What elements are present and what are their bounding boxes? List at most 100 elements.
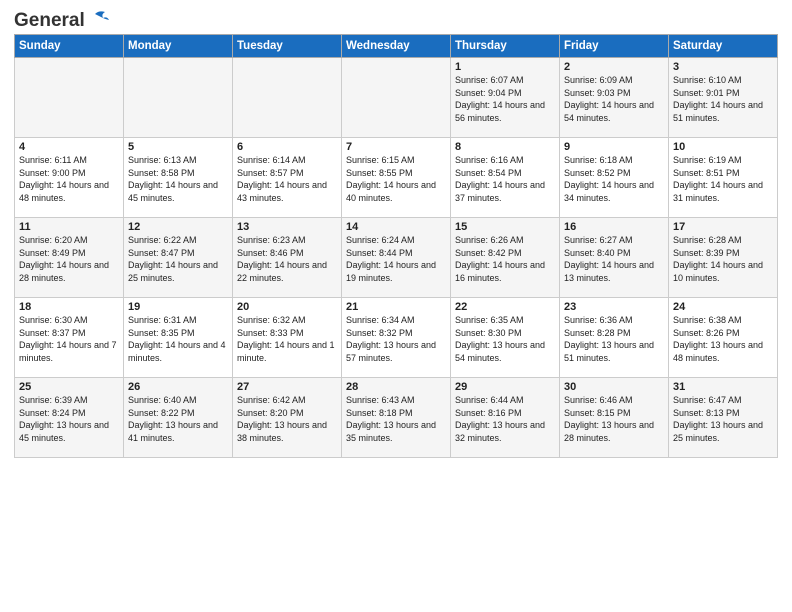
day-info: Sunrise: 6:36 AM Sunset: 8:28 PM Dayligh… — [564, 314, 664, 364]
day-info: Sunrise: 6:24 AM Sunset: 8:44 PM Dayligh… — [346, 234, 446, 284]
day-info: Sunrise: 6:14 AM Sunset: 8:57 PM Dayligh… — [237, 154, 337, 204]
day-info: Sunrise: 6:40 AM Sunset: 8:22 PM Dayligh… — [128, 394, 228, 444]
day-info: Sunrise: 6:42 AM Sunset: 8:20 PM Dayligh… — [237, 394, 337, 444]
col-header-monday: Monday — [124, 35, 233, 58]
calendar-cell: 18Sunrise: 6:30 AM Sunset: 8:37 PM Dayli… — [15, 298, 124, 378]
day-number: 3 — [673, 61, 773, 73]
logo-area: General — [14, 10, 109, 28]
day-number: 28 — [346, 381, 446, 393]
calendar-cell: 30Sunrise: 6:46 AM Sunset: 8:15 PM Dayli… — [560, 378, 669, 458]
calendar-cell: 7Sunrise: 6:15 AM Sunset: 8:55 PM Daylig… — [342, 138, 451, 218]
day-info: Sunrise: 6:27 AM Sunset: 8:40 PM Dayligh… — [564, 234, 664, 284]
calendar-cell: 28Sunrise: 6:43 AM Sunset: 8:18 PM Dayli… — [342, 378, 451, 458]
calendar-cell: 9Sunrise: 6:18 AM Sunset: 8:52 PM Daylig… — [560, 138, 669, 218]
day-info: Sunrise: 6:38 AM Sunset: 8:26 PM Dayligh… — [673, 314, 773, 364]
day-info: Sunrise: 6:28 AM Sunset: 8:39 PM Dayligh… — [673, 234, 773, 284]
day-info: Sunrise: 6:23 AM Sunset: 8:46 PM Dayligh… — [237, 234, 337, 284]
calendar-cell: 22Sunrise: 6:35 AM Sunset: 8:30 PM Dayli… — [451, 298, 560, 378]
calendar-cell: 24Sunrise: 6:38 AM Sunset: 8:26 PM Dayli… — [669, 298, 778, 378]
calendar-cell: 12Sunrise: 6:22 AM Sunset: 8:47 PM Dayli… — [124, 218, 233, 298]
col-header-saturday: Saturday — [669, 35, 778, 58]
calendar-cell: 16Sunrise: 6:27 AM Sunset: 8:40 PM Dayli… — [560, 218, 669, 298]
calendar-cell — [124, 58, 233, 138]
day-info: Sunrise: 6:15 AM Sunset: 8:55 PM Dayligh… — [346, 154, 446, 204]
day-number: 4 — [19, 141, 119, 153]
col-header-friday: Friday — [560, 35, 669, 58]
calendar-cell: 6Sunrise: 6:14 AM Sunset: 8:57 PM Daylig… — [233, 138, 342, 218]
calendar-cell: 29Sunrise: 6:44 AM Sunset: 8:16 PM Dayli… — [451, 378, 560, 458]
day-number: 19 — [128, 301, 228, 313]
logo-general: General — [14, 10, 85, 32]
day-info: Sunrise: 6:39 AM Sunset: 8:24 PM Dayligh… — [19, 394, 119, 444]
day-info: Sunrise: 6:19 AM Sunset: 8:51 PM Dayligh… — [673, 154, 773, 204]
day-info: Sunrise: 6:10 AM Sunset: 9:01 PM Dayligh… — [673, 74, 773, 124]
calendar-table: SundayMondayTuesdayWednesdayThursdayFrid… — [14, 34, 778, 458]
day-number: 17 — [673, 221, 773, 233]
day-info: Sunrise: 6:09 AM Sunset: 9:03 PM Dayligh… — [564, 74, 664, 124]
calendar-cell: 2Sunrise: 6:09 AM Sunset: 9:03 PM Daylig… — [560, 58, 669, 138]
header: General — [14, 10, 778, 28]
calendar-cell: 21Sunrise: 6:34 AM Sunset: 8:32 PM Dayli… — [342, 298, 451, 378]
calendar-cell: 4Sunrise: 6:11 AM Sunset: 9:00 PM Daylig… — [15, 138, 124, 218]
calendar-cell — [15, 58, 124, 138]
day-number: 21 — [346, 301, 446, 313]
day-number: 14 — [346, 221, 446, 233]
day-info: Sunrise: 6:16 AM Sunset: 8:54 PM Dayligh… — [455, 154, 555, 204]
day-number: 16 — [564, 221, 664, 233]
day-number: 2 — [564, 61, 664, 73]
calendar-cell: 27Sunrise: 6:42 AM Sunset: 8:20 PM Dayli… — [233, 378, 342, 458]
day-number: 23 — [564, 301, 664, 313]
calendar-cell: 25Sunrise: 6:39 AM Sunset: 8:24 PM Dayli… — [15, 378, 124, 458]
day-number: 30 — [564, 381, 664, 393]
calendar-cell: 3Sunrise: 6:10 AM Sunset: 9:01 PM Daylig… — [669, 58, 778, 138]
logo-bird-icon — [87, 10, 109, 28]
calendar-cell: 15Sunrise: 6:26 AM Sunset: 8:42 PM Dayli… — [451, 218, 560, 298]
col-header-wednesday: Wednesday — [342, 35, 451, 58]
col-header-thursday: Thursday — [451, 35, 560, 58]
day-info: Sunrise: 6:31 AM Sunset: 8:35 PM Dayligh… — [128, 314, 228, 364]
day-info: Sunrise: 6:07 AM Sunset: 9:04 PM Dayligh… — [455, 74, 555, 124]
calendar-cell: 23Sunrise: 6:36 AM Sunset: 8:28 PM Dayli… — [560, 298, 669, 378]
day-number: 22 — [455, 301, 555, 313]
calendar-cell — [342, 58, 451, 138]
day-info: Sunrise: 6:11 AM Sunset: 9:00 PM Dayligh… — [19, 154, 119, 204]
day-number: 10 — [673, 141, 773, 153]
calendar-cell: 26Sunrise: 6:40 AM Sunset: 8:22 PM Dayli… — [124, 378, 233, 458]
day-info: Sunrise: 6:35 AM Sunset: 8:30 PM Dayligh… — [455, 314, 555, 364]
calendar-cell: 8Sunrise: 6:16 AM Sunset: 8:54 PM Daylig… — [451, 138, 560, 218]
calendar-cell — [233, 58, 342, 138]
day-info: Sunrise: 6:43 AM Sunset: 8:18 PM Dayligh… — [346, 394, 446, 444]
calendar-cell: 5Sunrise: 6:13 AM Sunset: 8:58 PM Daylig… — [124, 138, 233, 218]
day-info: Sunrise: 6:22 AM Sunset: 8:47 PM Dayligh… — [128, 234, 228, 284]
day-number: 25 — [19, 381, 119, 393]
day-number: 9 — [564, 141, 664, 153]
calendar-cell: 14Sunrise: 6:24 AM Sunset: 8:44 PM Dayli… — [342, 218, 451, 298]
day-number: 15 — [455, 221, 555, 233]
day-number: 7 — [346, 141, 446, 153]
day-number: 31 — [673, 381, 773, 393]
page: General SundayMondayTuesdayWednesdayThur… — [0, 0, 792, 612]
calendar-cell: 17Sunrise: 6:28 AM Sunset: 8:39 PM Dayli… — [669, 218, 778, 298]
calendar-cell: 20Sunrise: 6:32 AM Sunset: 8:33 PM Dayli… — [233, 298, 342, 378]
day-info: Sunrise: 6:20 AM Sunset: 8:49 PM Dayligh… — [19, 234, 119, 284]
day-number: 5 — [128, 141, 228, 153]
col-header-tuesday: Tuesday — [233, 35, 342, 58]
day-info: Sunrise: 6:13 AM Sunset: 8:58 PM Dayligh… — [128, 154, 228, 204]
calendar-cell: 11Sunrise: 6:20 AM Sunset: 8:49 PM Dayli… — [15, 218, 124, 298]
day-info: Sunrise: 6:26 AM Sunset: 8:42 PM Dayligh… — [455, 234, 555, 284]
day-number: 8 — [455, 141, 555, 153]
calendar-cell: 19Sunrise: 6:31 AM Sunset: 8:35 PM Dayli… — [124, 298, 233, 378]
day-info: Sunrise: 6:44 AM Sunset: 8:16 PM Dayligh… — [455, 394, 555, 444]
day-number: 11 — [19, 221, 119, 233]
day-number: 27 — [237, 381, 337, 393]
day-info: Sunrise: 6:34 AM Sunset: 8:32 PM Dayligh… — [346, 314, 446, 364]
day-number: 6 — [237, 141, 337, 153]
day-info: Sunrise: 6:32 AM Sunset: 8:33 PM Dayligh… — [237, 314, 337, 364]
day-number: 29 — [455, 381, 555, 393]
day-info: Sunrise: 6:47 AM Sunset: 8:13 PM Dayligh… — [673, 394, 773, 444]
day-number: 1 — [455, 61, 555, 73]
day-number: 12 — [128, 221, 228, 233]
day-info: Sunrise: 6:18 AM Sunset: 8:52 PM Dayligh… — [564, 154, 664, 204]
calendar-cell: 13Sunrise: 6:23 AM Sunset: 8:46 PM Dayli… — [233, 218, 342, 298]
logo: General — [14, 10, 109, 28]
